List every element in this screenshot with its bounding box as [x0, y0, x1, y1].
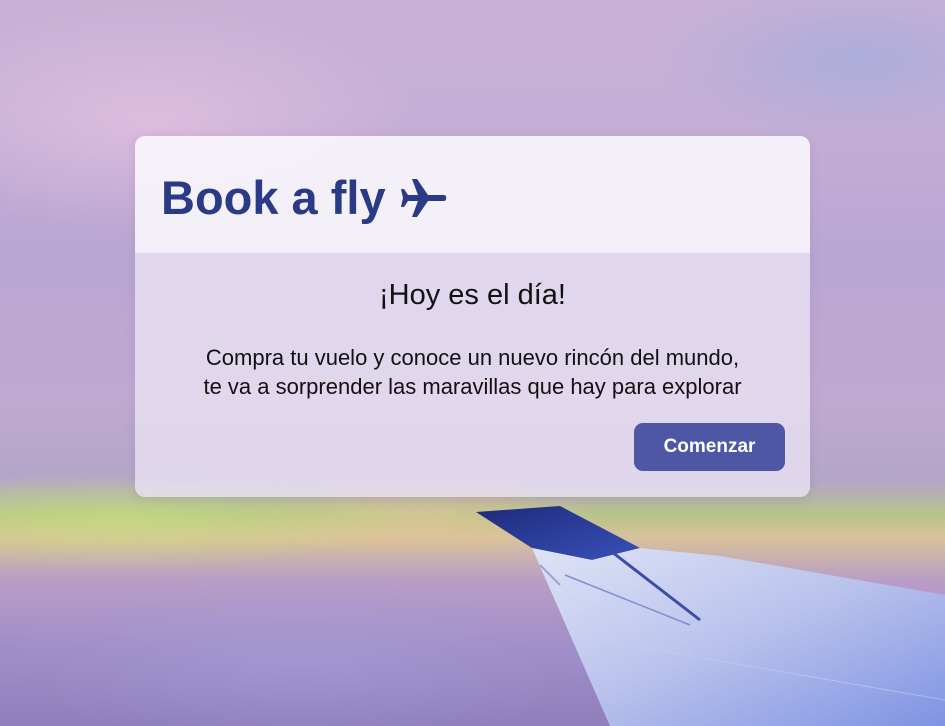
- headline: ¡Hoy es el día!: [379, 279, 566, 311]
- brand-title: Book a fly: [161, 171, 386, 224]
- brand-logo: Book a fly: [161, 170, 448, 225]
- description-line-1: Compra tu vuelo y conoce un nuevo rincón…: [205, 345, 740, 370]
- start-button[interactable]: Comenzar: [634, 423, 785, 471]
- description-line-2: te va a sorprender las maravillas que ha…: [203, 374, 742, 399]
- welcome-card: Book a fly ¡Hoy es el día! Compra tu vue…: [135, 136, 810, 497]
- card-header: Book a fly: [135, 136, 810, 253]
- description: Compra tu vuelo y conoce un nuevo rincón…: [153, 343, 793, 401]
- card-body: ¡Hoy es el día! Compra tu vuelo y conoce…: [135, 253, 810, 401]
- airplane-icon: [400, 178, 446, 217]
